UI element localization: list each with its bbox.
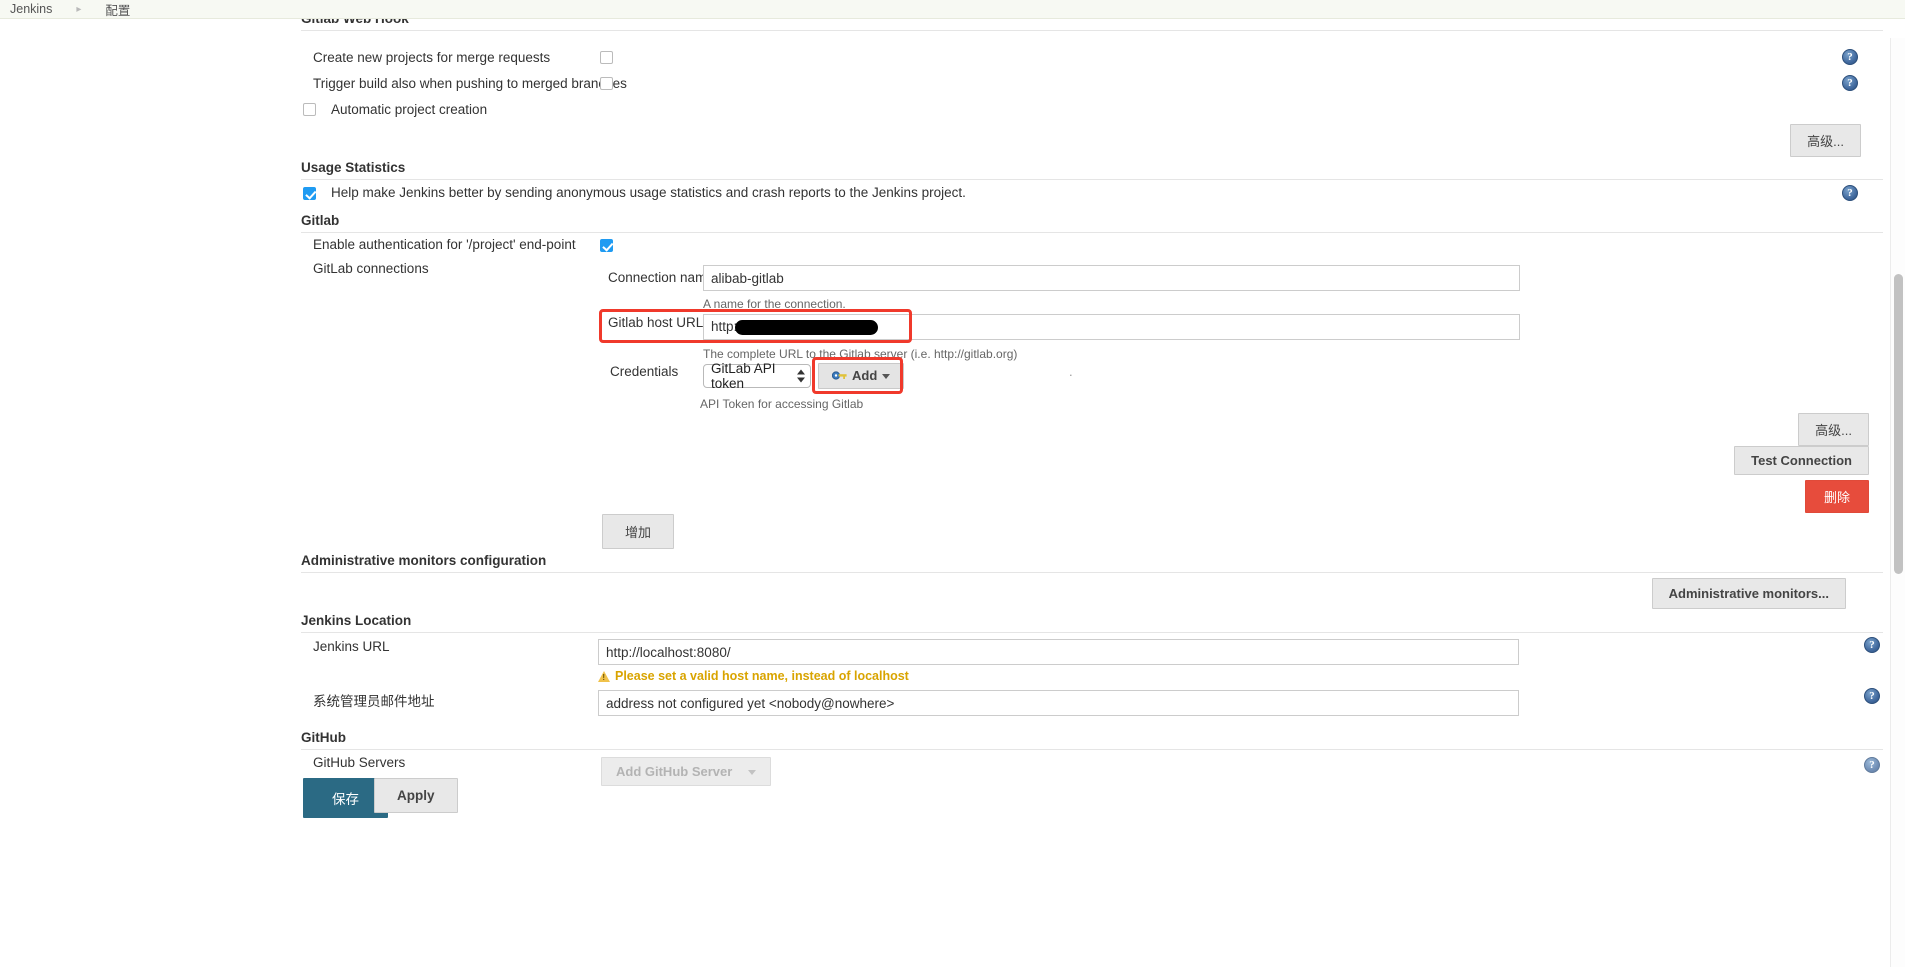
label-usage-statistics: Help make Jenkins better by sending anon… [331, 185, 966, 200]
row-create-new-projects: Create new projects for merge requests ? [301, 47, 1883, 73]
breadcrumb-item-configure[interactable]: 配置 [103, 0, 132, 19]
breadcrumb-separator-icon: ▸ [76, 3, 82, 15]
help-icon[interactable]: ? [1864, 637, 1880, 653]
section-title-administrative-monitors: Administrative monitors configuration [301, 553, 1883, 573]
breadcrumb: Jenkins ▸ 配置 [0, 0, 1905, 19]
label-connection-name: Connection name [608, 270, 714, 285]
row-usage-statistics: Help make Jenkins better by sending anon… [301, 185, 1883, 209]
advanced-button-gitlab[interactable]: 高级... [1798, 413, 1869, 446]
add-credentials-button[interactable]: Add [818, 363, 905, 390]
label-automatic-project-creation: Automatic project creation [331, 102, 488, 117]
chevron-down-icon [882, 374, 891, 380]
redaction-bar [735, 320, 878, 335]
checkbox-enable-authentication[interactable] [600, 239, 613, 252]
checkbox-trigger-build-merged[interactable] [600, 77, 613, 90]
vertical-scrollbar[interactable] [1890, 38, 1905, 967]
key-glyph [831, 371, 847, 380]
credentials-select[interactable]: GitLab API token [703, 361, 811, 391]
connection-name-input[interactable] [703, 265, 1520, 291]
description-gitlab-host-url: The complete URL to the Gitlab server (i… [703, 347, 1018, 361]
apply-button[interactable]: Apply [374, 778, 458, 813]
description-credentials: API Token for accessing Gitlab [700, 397, 864, 411]
section-title-jenkins-location: Jenkins Location [301, 613, 1883, 633]
section-usage-statistics: Usage Statistics [301, 160, 1883, 180]
row-enable-authentication: Enable authentication for '/project' end… [301, 237, 1883, 261]
warning-icon [598, 670, 610, 682]
gitlab-host-url-input[interactable]: http:/ [703, 314, 1520, 340]
section-jenkins-location: Jenkins Location [301, 613, 1883, 633]
section-title-usage-statistics: Usage Statistics [301, 160, 1883, 180]
label-github-servers: GitHub Servers [313, 755, 406, 770]
test-connection-button[interactable]: Test Connection [1734, 446, 1869, 475]
section-gitlab: Gitlab [301, 213, 1883, 233]
section-title-github: GitHub [301, 730, 1883, 750]
checkbox-usage-statistics[interactable] [303, 187, 316, 200]
help-icon[interactable]: ? [1864, 757, 1880, 773]
add-connection-button[interactable]: 增加 [602, 514, 675, 549]
administrative-monitors-button[interactable]: Administrative monitors... [1651, 578, 1846, 609]
label-gitlab-connections: GitLab connections [313, 261, 429, 276]
updown-arrows [797, 369, 805, 383]
admin-email-input[interactable] [598, 690, 1519, 716]
help-icon[interactable]: ? [1842, 49, 1858, 65]
advanced-button-webhook[interactable]: 高级... [1790, 124, 1861, 157]
add-credentials-label: Add [852, 368, 878, 383]
jenkins-url-input[interactable] [598, 639, 1519, 665]
jenkins-url-warning-text: Please set a valid host name, instead of… [615, 669, 909, 683]
breadcrumb-item-jenkins[interactable]: Jenkins [8, 2, 54, 16]
label-credentials: Credentials [610, 364, 679, 379]
checkbox-create-new-projects[interactable] [600, 51, 613, 64]
chevron-updown-icon [797, 369, 805, 383]
description-connection-name: A name for the connection. [703, 297, 846, 311]
jenkins-url-warning: Please set a valid host name, instead of… [598, 669, 909, 683]
label-trigger-build-merged: Trigger build also when pushing to merge… [313, 76, 627, 91]
configuration-page: Gitlab Web Hook Create new projects for … [0, 11, 1905, 967]
key-icon [831, 369, 847, 384]
label-gitlab-host-url: Gitlab host URL [608, 315, 704, 330]
label-admin-email: 系统管理员邮件地址 [313, 694, 435, 709]
help-icon[interactable]: ? [1842, 185, 1858, 201]
scrollbar-thumb[interactable] [1894, 274, 1903, 574]
section-title-gitlab: Gitlab [301, 213, 1883, 233]
help-icon[interactable]: ? [1864, 688, 1880, 704]
add-github-server-label: Add GitHub Server [616, 764, 733, 779]
row-trigger-build-merged: Trigger build also when pushing to merge… [301, 73, 1883, 99]
section-github: GitHub [301, 730, 1883, 750]
section-administrative-monitors: Administrative monitors configuration [301, 553, 1883, 573]
row-automatic-project-creation: Automatic project creation [301, 99, 1883, 125]
label-jenkins-url: Jenkins URL [313, 639, 390, 654]
help-icon[interactable]: ? [1842, 75, 1858, 91]
add-github-server-button[interactable]: Add GitHub Server [601, 757, 772, 786]
checkbox-automatic-project-creation[interactable] [303, 103, 316, 116]
chevron-down-icon [748, 770, 757, 776]
label-create-new-projects: Create new projects for merge requests [313, 50, 551, 65]
cursor-dot-marker: . [1069, 364, 1073, 379]
delete-connection-button[interactable]: 删除 [1804, 480, 1869, 513]
credentials-select-value: GitLab API token [711, 361, 776, 391]
label-enable-authentication: Enable authentication for '/project' end… [313, 237, 576, 252]
